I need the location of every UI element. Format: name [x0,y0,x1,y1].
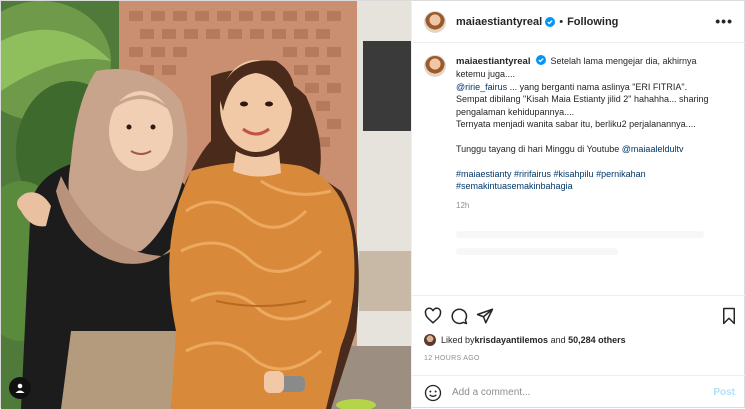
caption-line-5: Tunggu tayang di hari Minggu di Youtube [456,143,622,154]
caption-text: maiaestiantyreal Setelah lama mengejar di… [456,55,726,255]
more-options-icon[interactable]: ••• [715,13,733,29]
bookmark-icon[interactable] [720,307,738,325]
add-comment-bar: Post [412,375,745,409]
caption-verified-badge-icon [536,55,547,65]
likes-count[interactable]: 50,284 others [568,335,626,345]
emoji-icon[interactable] [424,384,442,402]
share-icon[interactable] [476,307,494,325]
likes-prefix: Liked by [441,335,475,345]
loading-placeholder [456,247,618,255]
author-avatar[interactable] [424,10,446,33]
likes-middle: and [548,335,569,345]
likes-summary: Liked by krisdayantilemos and 50,284 oth… [424,334,626,346]
heart-icon[interactable] [424,307,442,325]
post-header: maiaestiantyreal • Following ••• [412,1,745,43]
caption-mention-youtube[interactable]: @maiaaleldultv [622,144,684,154]
header-separator: • [559,15,564,28]
following-button[interactable]: Following [567,16,618,28]
caption-hashtags[interactable]: #maiaestianty #ririfairus #kisahpilu #pe… [456,169,646,191]
post-side-panel: maiaestiantyreal • Following ••• maiaest… [411,1,745,409]
verified-badge-icon [545,16,556,27]
comment-icon[interactable] [450,307,468,325]
comments-section: maiaestiantyreal Setelah lama mengejar di… [412,43,745,295]
liker-avatar[interactable] [424,334,436,346]
caption-mention-ririe[interactable]: @ririe_fairus [456,82,507,92]
post-caption: maiaestiantyreal Setelah lama mengejar di… [424,55,735,255]
liker-username[interactable]: krisdayantilemos [475,335,549,345]
caption-line-3: Sempat dibilang "Kisah Maia Estianty jil… [456,94,709,117]
post-actions-bar [412,295,745,335]
person-glyph [15,383,25,393]
post-time-ago: 12 HOURS AGO [424,355,480,362]
instagram-post-window: maiaestiantyreal • Following ••• maiaest… [0,0,745,409]
caption-line-2: ... yang berganti nama aslinya "ERI FITR… [507,81,688,92]
user-tag-icon[interactable] [9,377,31,399]
comment-input[interactable] [452,387,692,398]
caption-timestamp: 12h [456,201,470,211]
caption-line-4: Ternyata menjadi wanita sabar itu, berli… [456,119,696,130]
author-username[interactable]: maiaestiantyreal [456,16,542,28]
post-photo-image [1,1,411,409]
caption-username[interactable]: maiaestiantyreal [456,56,530,67]
loading-placeholder [456,230,705,238]
post-photo [1,1,411,409]
caption-avatar[interactable] [424,55,446,77]
post-comment-button[interactable]: Post [713,387,735,398]
